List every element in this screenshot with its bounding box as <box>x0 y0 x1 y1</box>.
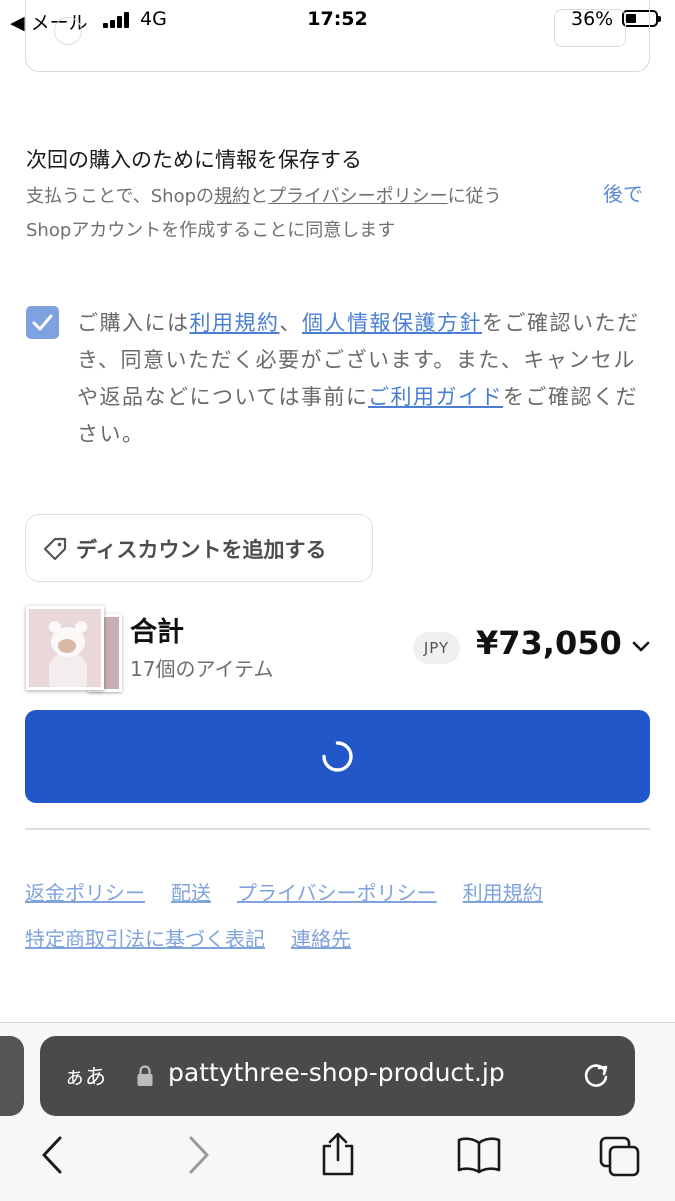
refund-policy-link[interactable]: 返金ポリシー <box>25 881 145 905</box>
save-info-description: 支払うことで、Shopの規約とプライバシーポリシーに従う Shopアカウントを作… <box>26 180 586 248</box>
browser-chrome: ぁあ pattythree-shop-product.jp <box>0 1022 675 1201</box>
save-desc-text-2: と <box>250 186 269 207</box>
save-desc-text-1: 支払うことで、Shopの <box>26 186 215 207</box>
total-amount[interactable]: ¥73,050 <box>476 624 622 662</box>
legal-notice-link[interactable]: 特定商取引法に基づく表記 <box>25 927 265 951</box>
reload-icon[interactable] <box>580 1059 612 1091</box>
divider <box>25 828 650 830</box>
address-bar[interactable]: ぁあ pattythree-shop-product.jp <box>40 1036 635 1116</box>
product-thumbnails <box>26 606 122 692</box>
footer-links: 返金ポリシー 配送 プライバシーポリシー 利用規約 特定商取引法に基づく表記 連絡先 <box>25 870 655 962</box>
terms-footer-link[interactable]: 利用規約 <box>463 881 543 905</box>
lock-icon <box>137 1065 153 1086</box>
tabs-icon[interactable] <box>598 1135 642 1177</box>
consent-text-1: ご購入には <box>77 311 190 335</box>
tag-icon <box>43 537 67 561</box>
card-badge <box>554 9 626 47</box>
privacy-policy-footer-link[interactable]: プライバシーポリシー <box>237 881 437 905</box>
shop-privacy-link[interactable]: プライバシーポリシー <box>268 186 448 207</box>
shop-terms-link[interactable]: 規約 <box>214 186 250 207</box>
currency-badge: JPY <box>413 632 460 664</box>
consent-checkbox[interactable] <box>26 306 59 339</box>
privacy-policy-link[interactable]: 個人情報保護方針 <box>302 311 482 335</box>
usage-guide-link[interactable]: ご利用ガイド <box>368 385 503 409</box>
radio-icon <box>54 17 82 45</box>
save-desc-line-2: Shopアカウントを作成することに同意します <box>26 220 396 241</box>
page-settings-button[interactable]: ぁあ <box>64 1061 106 1091</box>
contact-link[interactable]: 連絡先 <box>291 927 351 951</box>
terms-of-use-link[interactable]: 利用規約 <box>190 311 280 335</box>
save-desc-text-3: に従う <box>447 186 502 207</box>
pay-now-button[interactable] <box>25 710 650 803</box>
share-icon[interactable] <box>318 1131 358 1177</box>
add-discount-button[interactable]: ディスカウントを追加する <box>25 514 373 582</box>
previous-section-card <box>25 0 650 72</box>
checkmark-icon <box>32 314 53 331</box>
item-count: 17個のアイテム <box>130 657 274 681</box>
previous-tab-handle[interactable] <box>0 1036 24 1116</box>
product-thumbnail <box>26 606 104 690</box>
consent-text-2: 、 <box>279 311 302 335</box>
shipping-link[interactable]: 配送 <box>171 881 211 905</box>
loading-spinner-icon <box>322 741 353 772</box>
back-icon[interactable] <box>38 1135 66 1175</box>
forward-icon[interactable] <box>185 1135 213 1175</box>
bookmarks-icon[interactable] <box>456 1135 502 1175</box>
save-info-title: 次回の購入のために情報を保存する <box>26 148 362 172</box>
total-label: 合計 <box>130 617 184 648</box>
browser-toolbar <box>0 1132 675 1185</box>
url-text[interactable]: pattythree-shop-product.jp <box>168 1058 505 1087</box>
chevron-down-icon[interactable] <box>632 640 650 654</box>
later-button[interactable]: 後で <box>603 178 643 207</box>
consent-text: ご購入には利用規約、個人情報保護方針をご確認いただき、同意いただく必要がございま… <box>77 305 652 453</box>
add-discount-label: ディスカウントを追加する <box>76 538 327 562</box>
